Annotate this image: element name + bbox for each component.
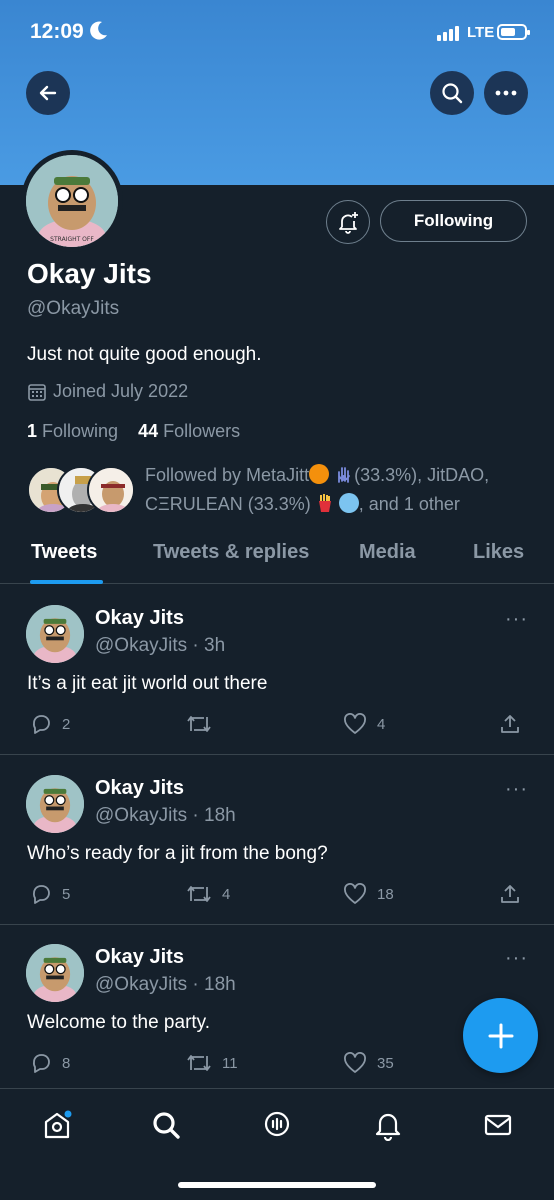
back-button[interactable]	[26, 71, 70, 115]
status-bar: 12:09 LTE	[0, 0, 554, 60]
network-label: LTE	[467, 24, 495, 41]
signal-icon	[437, 26, 459, 41]
tweet-avatar[interactable]	[26, 605, 84, 663]
tab-likes[interactable]: Likes	[473, 541, 524, 564]
reply-icon	[32, 885, 50, 904]
home-icon	[44, 1110, 72, 1139]
retweet-button[interactable]: 11	[186, 1052, 238, 1074]
tweet-actions: 5 4 18	[0, 883, 554, 913]
tab-media[interactable]: Media	[359, 541, 416, 564]
orange-circle-icon	[309, 464, 330, 484]
more-options-button[interactable]	[484, 71, 528, 115]
retweet-icon	[187, 1055, 211, 1071]
profile-tabs: Tweets Tweets & replies Media Likes	[0, 530, 554, 584]
retweet-button[interactable]	[186, 713, 222, 735]
notification-bell-icon	[339, 212, 358, 234]
share-button[interactable]	[499, 713, 521, 735]
fries-icon	[318, 494, 331, 512]
share-button[interactable]	[499, 883, 521, 905]
calendar-icon	[28, 383, 46, 401]
search-button[interactable]	[430, 71, 474, 115]
nav-messages[interactable]	[478, 1105, 518, 1145]
mail-icon	[484, 1114, 512, 1136]
profile-handle: @OkayJits	[27, 298, 120, 319]
tweet-item[interactable]: Okay Jits @OkayJits · 18h ··· Who’s read…	[0, 755, 554, 925]
home-indicator	[178, 1182, 376, 1188]
profile-bio: Just not quite good enough.	[27, 344, 262, 365]
tweet-handle-time: @OkayJits · 18h	[95, 974, 236, 995]
tweet-avatar[interactable]	[26, 944, 84, 1002]
moon-icon	[90, 21, 107, 40]
tweet-avatar[interactable]	[26, 775, 84, 833]
like-button[interactable]: 4	[343, 713, 385, 735]
status-time: 12:09	[30, 20, 84, 43]
tweet-text: It’s a jit eat jit world out there	[27, 673, 268, 694]
reply-button[interactable]: 5	[30, 883, 70, 905]
profile-avatar[interactable]: STRAIGHT OFF	[21, 150, 123, 252]
tweet-author-name: Okay Jits	[95, 946, 184, 968]
follow-counts: 1 Following 44 Followers	[27, 421, 240, 442]
retweet-icon	[187, 886, 211, 902]
nav-notifications[interactable]	[368, 1105, 408, 1145]
profile-name: Okay Jits	[27, 258, 152, 289]
spaces-icon	[264, 1111, 290, 1137]
nav-explore[interactable]	[146, 1105, 186, 1145]
tweet-more-button[interactable]: ···	[505, 608, 528, 631]
tweet-handle-time: @OkayJits · 3h	[95, 635, 226, 656]
tweet-more-button[interactable]: ···	[505, 778, 528, 801]
retweet-icon	[187, 716, 211, 732]
heart-icon	[344, 883, 366, 904]
back-arrow-icon	[39, 85, 57, 101]
retweet-button[interactable]: 4	[186, 883, 230, 905]
avatar-image: STRAIGHT OFF	[26, 155, 118, 247]
following-link[interactable]: 1 Following	[27, 421, 118, 441]
tweet-text: Who’s ready for a jit from the bong?	[27, 843, 328, 864]
reply-button[interactable]: 2	[30, 713, 70, 735]
battery-icon	[497, 24, 530, 40]
notify-button[interactable]	[326, 200, 370, 244]
joined-date: Joined July 2022	[27, 381, 188, 402]
reply-icon	[32, 1054, 50, 1073]
like-button[interactable]: 35	[343, 1052, 394, 1074]
heart-icon	[344, 713, 366, 734]
tweet-text: Welcome to the party.	[27, 1012, 211, 1033]
share-icon	[501, 715, 519, 733]
more-icon	[495, 90, 517, 96]
share-icon	[501, 885, 519, 903]
nav-home[interactable]	[37, 1105, 77, 1145]
tweet-handle-time: @OkayJits · 18h	[95, 805, 236, 826]
reply-icon	[32, 715, 50, 734]
compose-tweet-button[interactable]	[463, 998, 538, 1073]
tweet-actions: 2 4	[0, 713, 554, 743]
reply-button[interactable]: 8	[30, 1052, 70, 1074]
like-button[interactable]: 18	[343, 883, 394, 905]
tab-tweets-replies[interactable]: Tweets & replies	[153, 541, 309, 564]
tweet-item[interactable]: Okay Jits @OkayJits · 18h ··· Welcome to…	[0, 924, 554, 1094]
following-button[interactable]: Following	[380, 200, 527, 242]
followed-by-avatars[interactable]	[27, 466, 137, 516]
search-icon	[442, 83, 463, 104]
svg-text:STRAIGHT OFF: STRAIGHT OFF	[50, 236, 94, 243]
search-icon	[153, 1112, 180, 1139]
tweet-more-button[interactable]: ···	[505, 947, 528, 970]
nav-spaces[interactable]	[257, 1105, 297, 1145]
tab-tweets[interactable]: Tweets	[31, 541, 97, 564]
tweet-author-name: Okay Jits	[95, 607, 184, 629]
tweet-author-name: Okay Jits	[95, 777, 184, 799]
compose-plus-icon	[488, 1023, 513, 1048]
followers-link[interactable]: 44 Followers	[138, 421, 240, 441]
followed-by-text[interactable]: Followed by MetaJitt (33.3%), JitDAO, CΞ…	[145, 461, 525, 519]
cold-face-icon	[338, 493, 359, 513]
heart-icon	[344, 1052, 366, 1073]
active-tab-indicator	[30, 580, 103, 584]
joined-text: Joined July 2022	[53, 381, 189, 401]
tweet-item[interactable]: Okay Jits @OkayJits · 3h ··· It’s a jit …	[0, 585, 554, 755]
follower-avatar	[87, 466, 135, 514]
hamsa-icon	[338, 467, 350, 483]
bell-icon	[375, 1113, 401, 1141]
